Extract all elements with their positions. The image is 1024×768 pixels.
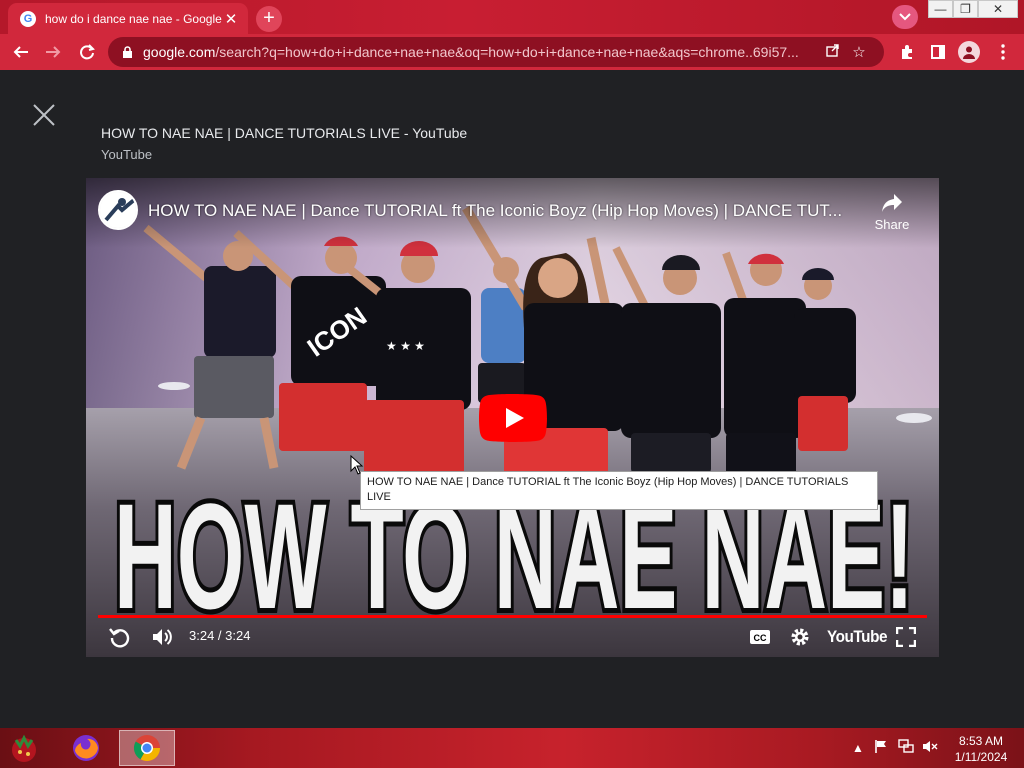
captions-button[interactable]: CC xyxy=(749,628,771,651)
taskbar: ▲ 8:53 AM 1/11/2024 xyxy=(0,728,1024,768)
action-center-flag-icon[interactable] xyxy=(874,739,888,757)
close-preview-button[interactable] xyxy=(30,101,58,129)
side-panel-icon xyxy=(931,45,945,59)
firefox-icon xyxy=(73,735,99,761)
extensions-button[interactable] xyxy=(894,40,920,64)
clock-time: 8:53 AM xyxy=(958,734,1004,748)
title-tooltip: HOW TO NAE NAE | Dance TUTORIAL ft The I… xyxy=(360,471,878,510)
share-arrow-icon xyxy=(882,194,902,212)
taskbar-firefox[interactable] xyxy=(64,730,108,766)
close-icon xyxy=(33,104,55,126)
fullscreen-button[interactable] xyxy=(895,626,917,652)
url-text: google.com/search?q=how+do+i+dance+nae+n… xyxy=(143,44,820,60)
url-path: /search?q=how+do+i+dance+nae+nae&oq=how+… xyxy=(215,44,799,60)
progress-bar[interactable] xyxy=(98,615,927,618)
forward-button[interactable] xyxy=(40,40,66,64)
mouse-cursor-icon xyxy=(350,455,364,475)
url-domain: google.com xyxy=(143,44,216,60)
kebab-menu-icon xyxy=(1001,44,1005,60)
profile-avatar[interactable] xyxy=(958,41,980,63)
play-button[interactable] xyxy=(479,394,547,442)
volume-button[interactable] xyxy=(150,625,174,654)
share-page-icon[interactable] xyxy=(820,43,846,61)
volume-icon xyxy=(153,629,172,645)
replay-icon xyxy=(109,628,130,648)
system-clock[interactable]: 8:53 AM 1/11/2024 xyxy=(946,733,1016,765)
video-player[interactable]: ICON ★ ★ ★ HOW TO NAE NAE | Dance TUTORI… xyxy=(86,178,939,657)
cc-label: CC xyxy=(754,633,767,643)
share-label: Share xyxy=(874,217,910,232)
tab-close-icon[interactable]: ✕ xyxy=(222,10,240,28)
fullscreen-icon xyxy=(895,626,917,648)
settings-button[interactable] xyxy=(789,626,811,653)
preview-source[interactable]: YouTube xyxy=(101,147,152,162)
svg-text:★ ★ ★: ★ ★ ★ xyxy=(386,339,425,353)
chrome-icon xyxy=(133,735,161,762)
tab-strip: G how do i dance nae nae - Google ✕ + — … xyxy=(0,0,1024,34)
time-display: 3:24 / 3:24 xyxy=(189,628,251,643)
person-icon xyxy=(963,46,975,59)
share-button[interactable]: Share xyxy=(872,192,912,236)
new-tab-button[interactable]: + xyxy=(256,6,282,32)
video-title[interactable]: HOW TO NAE NAE | Dance TUTORIAL ft The I… xyxy=(148,201,868,221)
start-button[interactable] xyxy=(6,732,42,764)
back-button[interactable] xyxy=(8,40,34,64)
window-restore-button[interactable]: ❐ xyxy=(953,0,978,18)
side-panel-button[interactable] xyxy=(925,40,951,64)
closed-captions-icon: CC xyxy=(750,630,770,644)
preview-title[interactable]: HOW TO NAE NAE | DANCE TUTORIALS LIVE - … xyxy=(101,125,467,141)
tab-title: how do i dance nae nae - Google xyxy=(45,11,222,26)
browser-tab[interactable]: G how do i dance nae nae - Google ✕ xyxy=(8,3,248,34)
address-bar[interactable]: google.com/search?q=how+do+i+dance+nae+n… xyxy=(108,37,884,67)
christmas-orb-icon xyxy=(12,734,36,762)
menu-button[interactable] xyxy=(990,40,1016,64)
youtube-play-icon xyxy=(479,394,547,442)
arrow-left-icon xyxy=(13,46,28,58)
bookmark-star-icon[interactable]: ☆ xyxy=(846,43,872,61)
taskbar-chrome[interactable] xyxy=(119,730,175,766)
window-close-button[interactable]: ✕ xyxy=(978,0,1018,18)
reload-icon xyxy=(80,44,95,60)
lock-icon xyxy=(123,45,132,58)
channel-avatar[interactable] xyxy=(98,190,138,230)
show-hidden-icons-button[interactable]: ▲ xyxy=(852,741,864,755)
reload-button[interactable] xyxy=(74,40,100,64)
clock-date: 1/11/2024 xyxy=(954,750,1008,764)
tab-search-button[interactable] xyxy=(892,5,918,29)
google-favicon-icon: G xyxy=(20,10,36,27)
browser-toolbar: google.com/search?q=how+do+i+dance+nae+n… xyxy=(0,34,1024,70)
arrow-right-icon xyxy=(46,46,61,58)
screen: G how do i dance nae nae - Google ✕ + — … xyxy=(0,0,1024,768)
network-icon[interactable] xyxy=(898,739,914,757)
replay-button[interactable] xyxy=(108,625,132,654)
volume-muted-icon[interactable] xyxy=(922,739,938,757)
puzzle-icon xyxy=(902,45,912,59)
youtube-logo[interactable]: YouTube xyxy=(827,627,887,647)
gear-icon xyxy=(791,628,809,646)
window-minimize-button[interactable]: — xyxy=(928,0,953,18)
chevron-down-icon xyxy=(899,13,911,21)
